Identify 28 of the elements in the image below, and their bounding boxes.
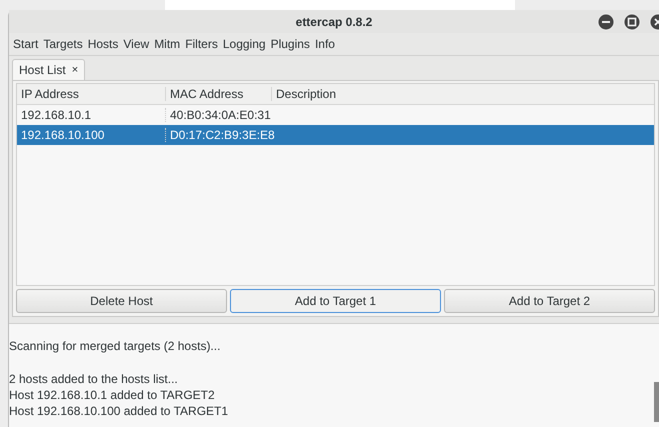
menu-item[interactable]: Mitm bbox=[154, 37, 186, 51]
table-cell-text: 192.168.10.1 bbox=[20, 108, 92, 122]
menu-item[interactable]: Info bbox=[314, 37, 340, 51]
menu-item[interactable]: Start bbox=[13, 37, 44, 51]
log-line: Scanning for merged targets (2 hosts)... bbox=[9, 338, 222, 354]
menu-item[interactable]: View bbox=[123, 37, 154, 51]
tab-close-button[interactable]: × bbox=[72, 64, 78, 76]
menu-item[interactable]: Logging bbox=[222, 37, 271, 51]
window-title: ettercap 0.8.2 bbox=[296, 14, 372, 28]
table-cell: 40:B0:34:0A:E0:31 bbox=[165, 108, 271, 122]
log-line: Host 192.168.10.100 added to TARGET1 bbox=[9, 403, 230, 419]
menu-item[interactable]: Hosts bbox=[88, 37, 124, 51]
menu-item[interactable]: Targets bbox=[43, 37, 88, 51]
column-header[interactable]: MAC Address bbox=[165, 87, 271, 101]
menu-item[interactable]: Plugins bbox=[270, 37, 315, 51]
column-header[interactable]: Description bbox=[271, 87, 654, 101]
action-button[interactable]: Delete Host bbox=[16, 289, 227, 313]
action-button[interactable]: Add to Target 1 bbox=[230, 289, 441, 313]
table-row[interactable]: 192.168.10.1 40:B0:34:0A:E0:31 bbox=[17, 105, 654, 125]
menu-item[interactable]: Filters bbox=[185, 37, 223, 51]
action-button[interactable]: Add to Target 2 bbox=[444, 289, 655, 313]
log-line: Host 192.168.10.1 added to TARGET2 bbox=[9, 387, 216, 403]
tab-label: Host List bbox=[19, 63, 66, 77]
tab[interactable]: Host List × bbox=[12, 59, 86, 80]
table-row[interactable]: 192.168.10.100 D0:17:C2:B9:3E:E8 bbox=[17, 125, 654, 145]
table-cell-text: 192.168.10.100 bbox=[20, 128, 106, 142]
log-line: 2 hosts added to the hosts list... bbox=[9, 371, 179, 387]
column-header[interactable]: IP Address bbox=[17, 87, 165, 101]
